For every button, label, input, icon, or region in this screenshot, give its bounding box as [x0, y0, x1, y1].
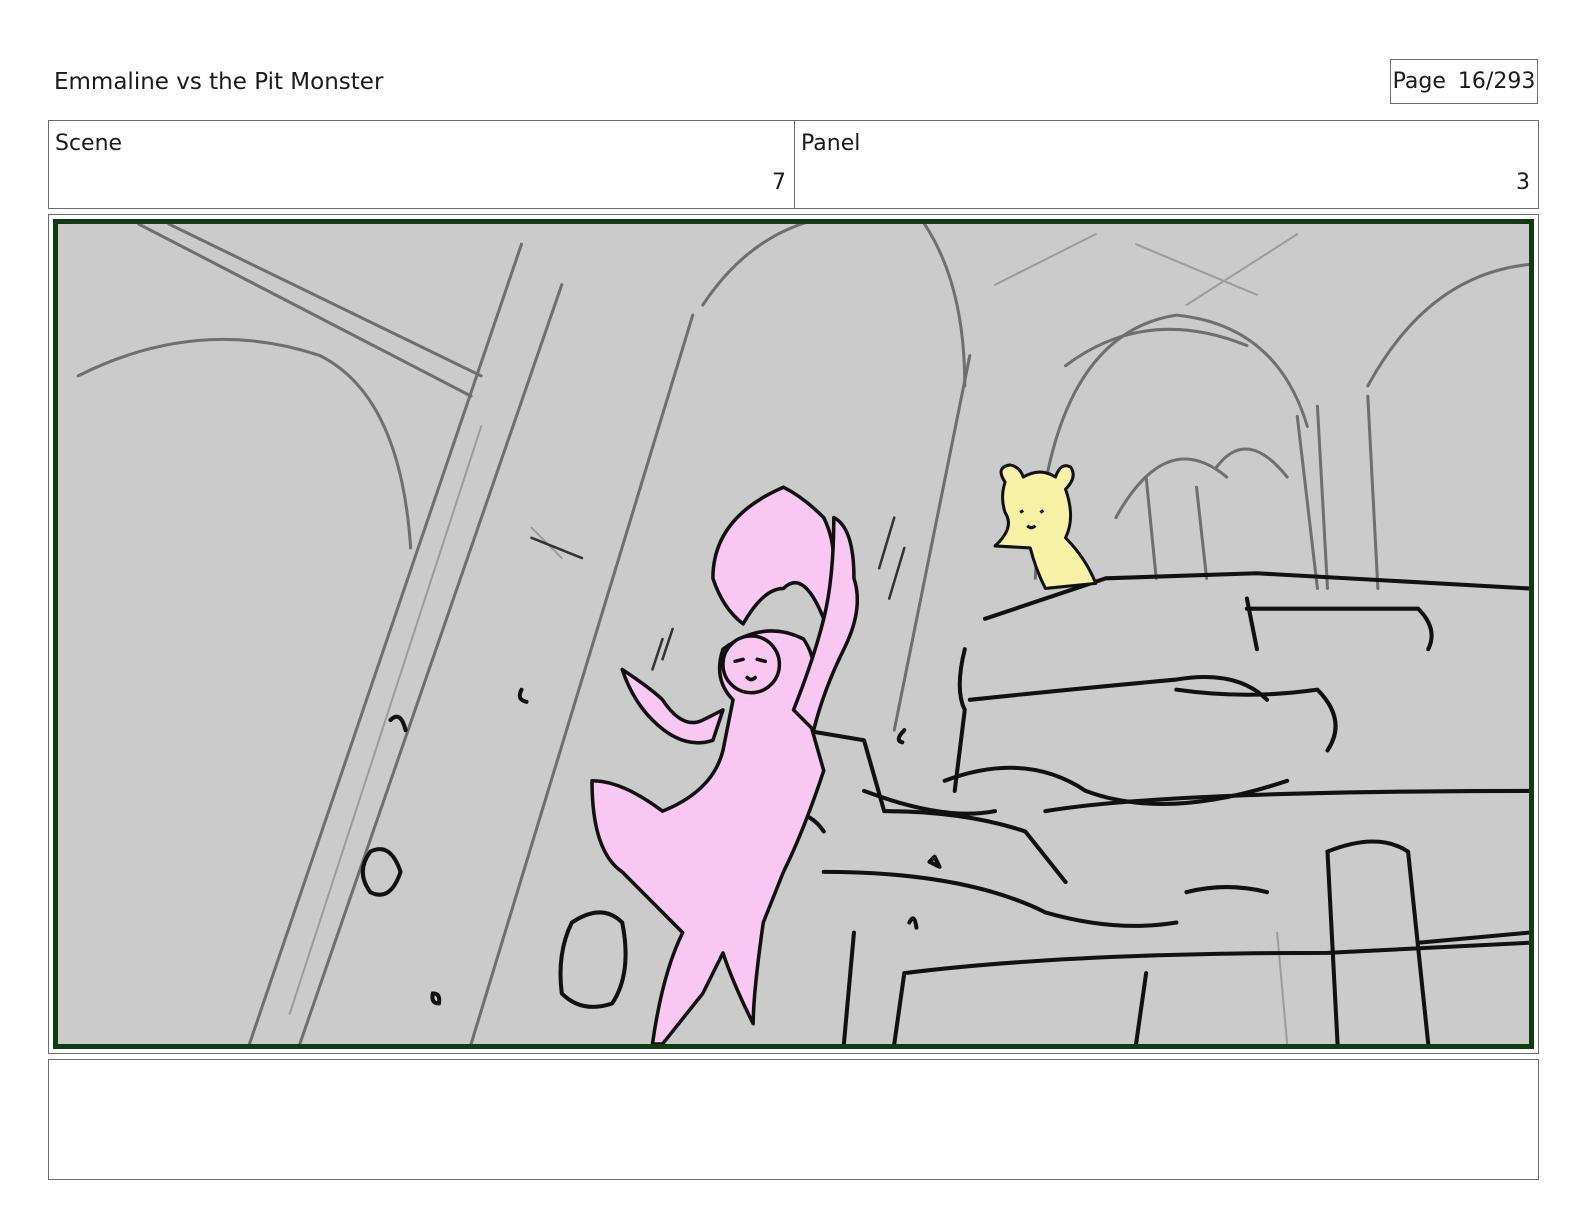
girl-face: [721, 634, 782, 695]
storyboard-sketch: [58, 224, 1529, 1044]
panel-label: Panel: [801, 131, 861, 156]
page-indicator: Page 16/293: [1390, 59, 1538, 104]
notes-box: [48, 1059, 1539, 1180]
panel-value: 3: [1516, 170, 1530, 195]
scene-label: Scene: [55, 131, 123, 156]
panel-cell: Panel 3: [795, 121, 1538, 208]
scene-value: 7: [772, 170, 786, 195]
page-number: 16/293: [1457, 69, 1536, 94]
project-title: Emmaline vs the Pit Monster: [54, 69, 384, 95]
storyboard-frame-border: [53, 219, 1534, 1049]
storyboard-frame: [48, 214, 1539, 1054]
scene-panel-info: Scene 7 Panel 3: [48, 120, 1539, 209]
scene-cell: Scene 7: [49, 121, 795, 208]
page-label: Page: [1392, 69, 1446, 94]
